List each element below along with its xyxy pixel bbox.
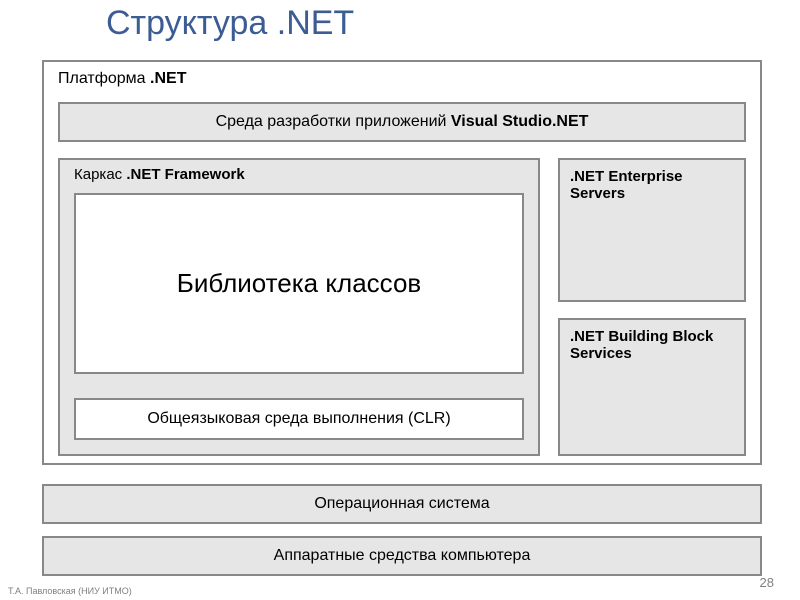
building-block-services-box: .NET Building Block Services (558, 318, 746, 456)
ide-box: Среда разработки приложений Visual Studi… (58, 102, 746, 142)
classlib-box: Библиотека классов (74, 193, 524, 374)
platform-box: Платформа .NET Среда разработки приложен… (42, 60, 762, 465)
right-column: .NET Enterprise Servers .NET Building Bl… (558, 158, 746, 456)
platform-label-bold: .NET (150, 70, 186, 87)
framework-label-bold: .NET Framework (126, 166, 244, 183)
slide-title: Структура .NET (106, 4, 354, 43)
hardware-box: Аппаратные средства компьютера (42, 536, 762, 576)
enterprise-servers-box: .NET Enterprise Servers (558, 158, 746, 302)
page-number: 28 (760, 575, 774, 590)
framework-label-prefix: Каркас (74, 166, 126, 183)
footer-author: Т.А. Павловская (НИУ ИТМО) (8, 586, 132, 596)
platform-label: Платформа .NET (58, 70, 746, 88)
framework-box: Каркас .NET Framework Библиотека классов… (58, 158, 540, 456)
framework-label: Каркас .NET Framework (74, 166, 524, 183)
os-box: Операционная система (42, 484, 762, 524)
ide-label-prefix: Среда разработки приложений (216, 113, 451, 130)
platform-label-prefix: Платформа (58, 70, 150, 87)
ide-label-bold: Visual Studio.NET (451, 113, 589, 130)
middle-row: Каркас .NET Framework Библиотека классов… (58, 158, 746, 456)
clr-box: Общеязыковая среда выполнения (CLR) (74, 398, 524, 440)
